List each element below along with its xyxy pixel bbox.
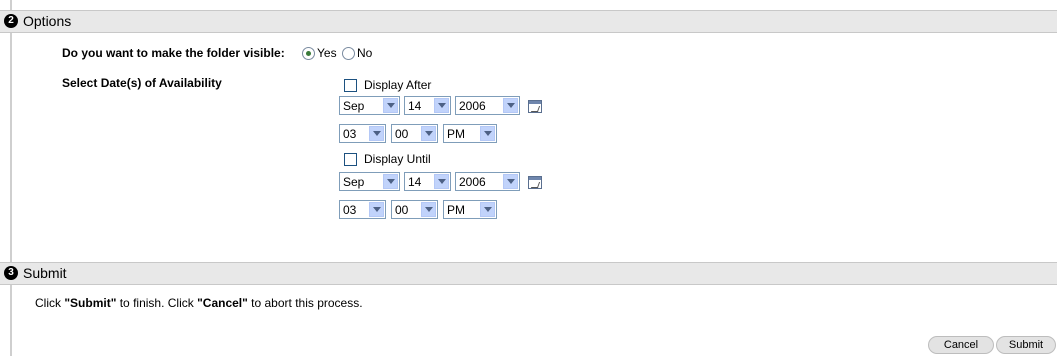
after-day-select[interactable]: 14 bbox=[404, 96, 451, 115]
until-year-select[interactable]: 2006 bbox=[455, 172, 520, 191]
visible-no-radio[interactable] bbox=[342, 47, 355, 60]
until-day-select[interactable]: 14 bbox=[404, 172, 451, 191]
chevron-down-icon bbox=[421, 126, 436, 141]
chevron-down-icon bbox=[480, 126, 495, 141]
chevron-down-icon bbox=[434, 174, 449, 189]
step-number-badge: 3 bbox=[4, 266, 18, 280]
chevron-down-icon bbox=[383, 98, 398, 113]
after-minute-select[interactable]: 00 bbox=[391, 124, 438, 143]
submit-button[interactable]: Submit bbox=[996, 336, 1056, 354]
left-border-submit bbox=[10, 283, 12, 356]
display-until-label: Display Until bbox=[364, 152, 431, 166]
options-section-header: 2 Options bbox=[0, 10, 1057, 33]
display-after-checkbox[interactable] bbox=[344, 79, 357, 92]
chevron-down-icon bbox=[383, 174, 398, 189]
calendar-icon[interactable] bbox=[528, 100, 542, 113]
step-number-badge: 2 bbox=[4, 14, 18, 28]
section-title-submit: Submit bbox=[23, 265, 67, 281]
chevron-down-icon bbox=[503, 98, 518, 113]
calendar-icon[interactable] bbox=[528, 176, 542, 189]
section-title-options: Options bbox=[23, 13, 72, 29]
chevron-down-icon bbox=[369, 126, 384, 141]
left-border-top bbox=[10, 0, 12, 10]
cancel-button[interactable]: Cancel bbox=[928, 336, 994, 354]
visible-yes-label[interactable]: Yes bbox=[317, 46, 337, 60]
chevron-down-icon bbox=[369, 202, 384, 217]
visible-no-label[interactable]: No bbox=[357, 46, 372, 60]
chevron-down-icon bbox=[503, 174, 518, 189]
after-month-select[interactable]: Sep bbox=[339, 96, 400, 115]
after-ampm-select[interactable]: PM bbox=[443, 124, 497, 143]
folder-visible-label: Do you want to make the folder visible: bbox=[62, 46, 285, 60]
display-until-checkbox[interactable] bbox=[344, 153, 357, 166]
display-after-label: Display After bbox=[364, 78, 432, 92]
left-border-options bbox=[10, 31, 12, 262]
submit-section-header: 3 Submit bbox=[0, 262, 1057, 285]
until-month-select[interactable]: Sep bbox=[339, 172, 400, 191]
visible-yes-radio[interactable] bbox=[302, 47, 315, 60]
radio-selected-icon bbox=[306, 51, 311, 56]
submit-instruction: Click "Submit" to finish. Click "Cancel"… bbox=[35, 296, 363, 310]
chevron-down-icon bbox=[434, 98, 449, 113]
after-year-select[interactable]: 2006 bbox=[455, 96, 520, 115]
after-hour-select[interactable]: 03 bbox=[339, 124, 386, 143]
dates-availability-label: Select Date(s) of Availability bbox=[62, 76, 222, 90]
chevron-down-icon bbox=[421, 202, 436, 217]
until-ampm-select[interactable]: PM bbox=[443, 200, 497, 219]
chevron-down-icon bbox=[480, 202, 495, 217]
until-hour-select[interactable]: 03 bbox=[339, 200, 386, 219]
until-minute-select[interactable]: 00 bbox=[391, 200, 438, 219]
